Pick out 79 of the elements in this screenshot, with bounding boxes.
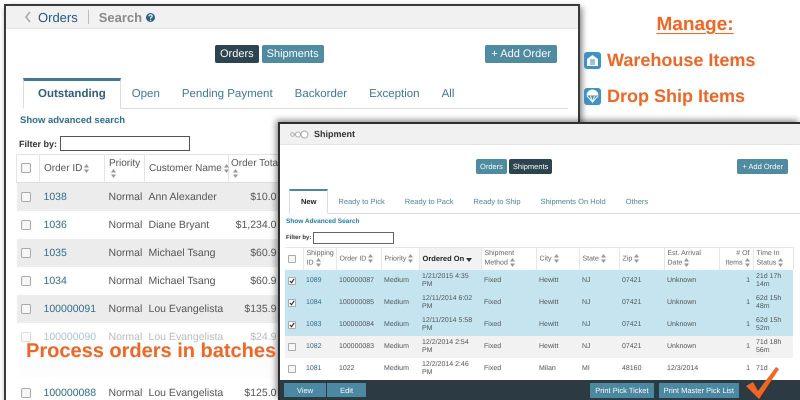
checkbox[interactable] xyxy=(20,304,30,314)
filter-field[interactable] xyxy=(313,232,394,244)
checkbox[interactable] xyxy=(20,248,30,258)
sort-icon xyxy=(368,254,374,264)
check-mark-icon xyxy=(744,364,780,400)
sort-icon xyxy=(778,258,784,268)
sort-icon xyxy=(408,254,414,264)
checkbox[interactable] xyxy=(288,342,296,351)
table-cell: $135.9 xyxy=(244,303,276,315)
filter-label: Filter by: xyxy=(19,138,58,148)
sort-icon xyxy=(634,254,640,264)
add-order-button[interactable]: + Add Order xyxy=(485,44,557,62)
tab[interactable]: All xyxy=(430,78,466,109)
table-cell: Normal xyxy=(108,191,142,203)
window-title: Shipment xyxy=(314,129,356,139)
checkbox[interactable] xyxy=(20,388,30,398)
feature-label: Warehouse Items xyxy=(607,50,756,70)
table-cell: Diane Bryant xyxy=(148,219,210,231)
table-cell: $125.0 xyxy=(244,387,276,399)
table-cell: Michael Tsang xyxy=(148,247,216,259)
chevron-left-icon[interactable] xyxy=(24,11,32,23)
tab[interactable]: Outstanding xyxy=(23,78,121,109)
back-link[interactable]: Orders xyxy=(38,10,78,24)
sort-icon xyxy=(684,258,690,268)
table-cell: Normal xyxy=(108,303,142,315)
table-cell: Normal xyxy=(108,275,142,287)
order-id-link[interactable]: 1034 xyxy=(44,275,67,287)
order-id-link[interactable]: 1038 xyxy=(44,191,67,203)
checkbox[interactable] xyxy=(20,276,30,286)
table-cell: Normal xyxy=(108,331,142,343)
tab[interactable]: Backorder xyxy=(284,78,358,109)
sort-icon xyxy=(224,164,229,173)
checkbox[interactable] xyxy=(20,220,30,230)
checkbox[interactable] xyxy=(21,163,31,174)
feature-label: Drop Ship Items xyxy=(607,86,746,106)
sort-icon xyxy=(316,258,320,268)
sort-descending-icon xyxy=(466,256,472,262)
table-cell: Michael Tsang xyxy=(148,275,216,287)
table-cell: Normal xyxy=(108,247,142,259)
order-id-link[interactable]: 1036 xyxy=(44,219,67,231)
help-icon xyxy=(146,12,156,22)
order-id-link[interactable]: 1035 xyxy=(44,247,67,259)
checkbox[interactable] xyxy=(20,192,30,202)
checkbox[interactable] xyxy=(288,364,296,373)
parachute-icon xyxy=(584,88,601,104)
sort-icon xyxy=(111,169,116,178)
advanced-search-link[interactable]: Show advanced search xyxy=(20,115,126,126)
sort-icon xyxy=(554,254,559,264)
table-cell: $24.9 xyxy=(250,331,276,343)
warehouse-icon xyxy=(584,52,601,68)
table-cell: $60.9 xyxy=(250,247,276,259)
tab[interactable]: Pending Payment xyxy=(170,78,284,109)
order-id-link[interactable]: 100000088 xyxy=(44,387,96,399)
table-cell: Normal xyxy=(108,219,142,231)
sort-icon xyxy=(84,164,90,173)
filter-field[interactable] xyxy=(60,136,190,151)
table-cell: Lou Evangelista xyxy=(148,331,224,343)
checkbox[interactable] xyxy=(288,320,296,329)
checkbox[interactable] xyxy=(288,254,296,263)
table-cell: Lou Evangelista xyxy=(148,387,224,399)
table-cell: $1,234.0 xyxy=(236,219,276,231)
tab[interactable]: Exception xyxy=(358,78,431,109)
table-cell: Ann Alexander xyxy=(148,191,217,203)
table-cell: Normal xyxy=(108,387,142,399)
heading: Manage: xyxy=(656,14,734,36)
table-cell: Lou Evangelista xyxy=(148,303,224,315)
sort-icon xyxy=(600,254,606,264)
tab[interactable]: Open xyxy=(120,78,171,109)
toggle-button[interactable]: Orders xyxy=(215,44,259,62)
checkbox[interactable] xyxy=(288,276,296,285)
sort-icon xyxy=(233,169,238,178)
toggle-button[interactable]: Shipments xyxy=(262,44,324,62)
sort-icon xyxy=(510,258,515,268)
sort-icon xyxy=(744,258,750,268)
progress-dots-icon xyxy=(290,130,309,138)
checkbox[interactable] xyxy=(288,298,296,307)
table-cell: $10.0 xyxy=(250,191,276,203)
table-cell: $60.9 xyxy=(250,275,276,287)
page-title: Search xyxy=(98,10,142,24)
